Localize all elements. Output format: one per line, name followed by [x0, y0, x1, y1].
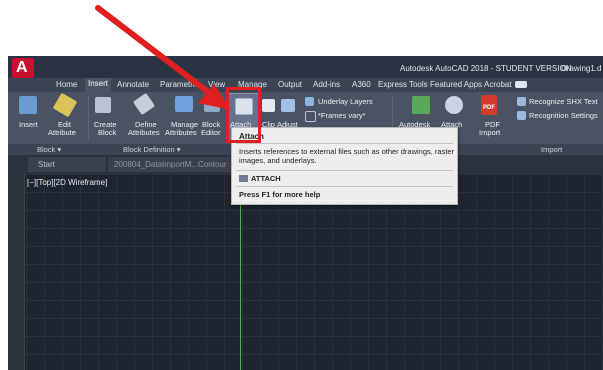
tooltip-divider — [236, 143, 453, 144]
tab-parametric[interactable]: Parametric — [160, 80, 199, 89]
tab-view[interactable]: View — [208, 80, 225, 89]
pdf-badge: PDF — [483, 105, 495, 111]
panel-block-definition-title[interactable]: Block Definition ▾ — [123, 145, 181, 154]
panel-block-title[interactable]: Block ▾ — [37, 145, 61, 154]
frames-vary-dropdown[interactable]: *Frames vary* — [318, 112, 366, 120]
tooltip-command: ATTACH — [251, 174, 281, 183]
create-block-label-2[interactable]: Block — [98, 129, 116, 137]
annotation-highlight-box — [226, 87, 261, 143]
underlay-layers-label[interactable]: Underlay Layers — [318, 98, 373, 106]
document-name: Drawing1.d — [561, 64, 602, 73]
block-editor-label-2[interactable]: Editor — [201, 129, 221, 137]
define-attributes-label-2[interactable]: Attributes — [128, 129, 160, 137]
underlay-layers-icon[interactable] — [305, 97, 314, 106]
tab-start[interactable]: Start — [28, 157, 106, 172]
recognition-settings-label[interactable]: Recognition Settings — [529, 112, 598, 120]
tooltip-divider — [236, 186, 453, 187]
tab-output[interactable]: Output — [278, 80, 302, 89]
autocad-logo[interactable]: A — [12, 58, 34, 78]
tab-acrobat[interactable]: Acrobat — [484, 80, 512, 89]
create-block-icon[interactable] — [95, 97, 111, 113]
insert-icon[interactable] — [19, 96, 37, 114]
tooltip-description-2: images, and underlays. — [239, 156, 317, 165]
app-letter: A — [16, 59, 28, 76]
manage-attributes-label-2[interactable]: Attributes — [165, 129, 197, 137]
window-title: Autodesk AutoCAD 2018 - STUDENT VERSION — [400, 64, 572, 73]
frames-icon[interactable] — [305, 111, 316, 122]
tab-featured-apps[interactable]: Featured Apps — [430, 80, 482, 89]
command-icon — [239, 175, 248, 182]
tab-addins[interactable]: Add-ins — [313, 80, 340, 89]
tab-annotate[interactable]: Annotate — [117, 80, 149, 89]
panel-import-title: Import — [541, 145, 563, 154]
left-toolbar-strip — [8, 174, 25, 370]
separator — [88, 96, 89, 141]
tab-start-label: Start — [38, 160, 55, 169]
tab-home[interactable]: Home — [56, 80, 77, 89]
title-bar: A Autodesk AutoCAD 2018 - STUDENT VERSIO… — [8, 56, 603, 128]
workspace-dropdown-icon[interactable] — [515, 81, 527, 88]
tooltip-help: Press F1 for more help — [239, 190, 321, 199]
recognize-shx-icon[interactable] — [517, 97, 526, 106]
viewport-controls[interactable]: [−][Top][2D Wireframe] — [27, 178, 107, 187]
recognize-shx-label[interactable]: Recognize SHX Text — [529, 98, 598, 106]
attach-tooltip: Attach Inserts references to external fi… — [231, 127, 458, 205]
pdf-import-label-2[interactable]: Import — [479, 129, 500, 137]
recognition-settings-icon[interactable] — [517, 111, 526, 120]
autodesk-icon[interactable] — [412, 96, 430, 114]
tab-express-tools[interactable]: Express Tools — [378, 80, 428, 89]
pdf-import-icon[interactable]: PDF — [481, 95, 497, 115]
insert-label[interactable]: Insert — [19, 121, 38, 129]
tab-insert[interactable]: Insert — [85, 78, 112, 92]
clip-icon[interactable] — [262, 99, 275, 112]
tooltip-description-1: Inserts references to external files suc… — [239, 147, 455, 156]
edit-attribute-label-2[interactable]: Attribute — [48, 129, 76, 137]
tab-drawing-file[interactable]: 200804_DataImportM...Contour — [108, 157, 240, 172]
adjust-icon[interactable] — [281, 99, 295, 112]
attach-pointcloud-icon[interactable] — [445, 96, 463, 114]
tooltip-divider — [236, 170, 453, 171]
tab-a360[interactable]: A360 — [352, 80, 371, 89]
tab-drawing-file-label: 200804_DataImportM...Contour — [114, 160, 227, 169]
manage-attributes-icon[interactable] — [175, 96, 193, 112]
block-editor-icon[interactable] — [204, 96, 220, 112]
